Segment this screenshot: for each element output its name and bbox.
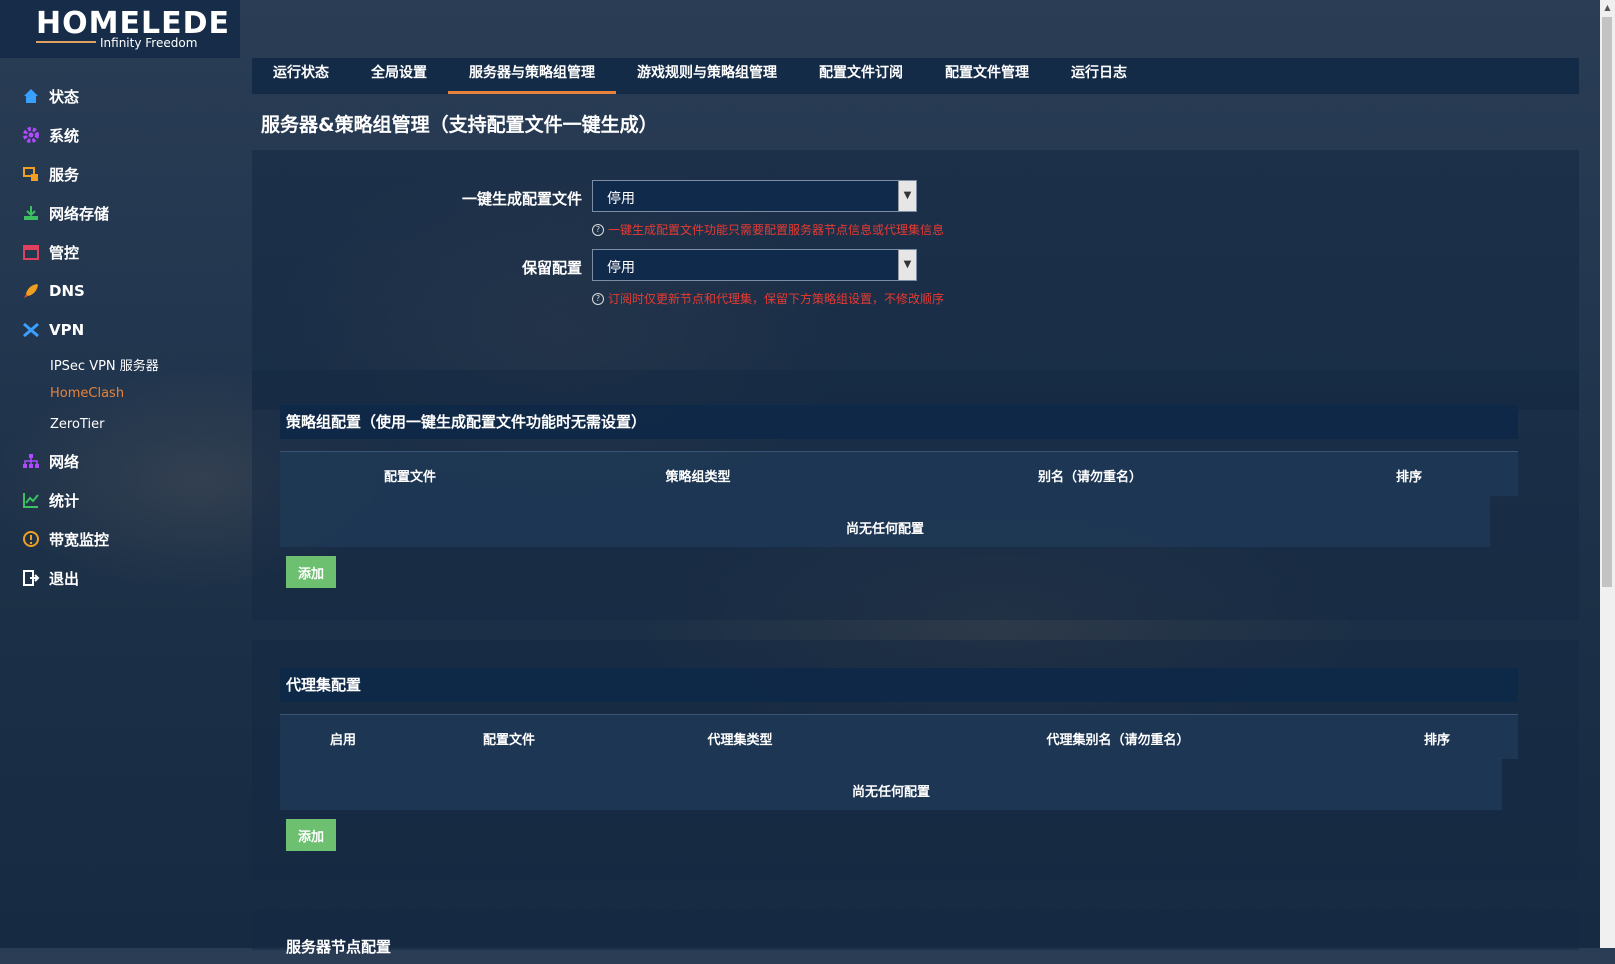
sidebar-item-label: 带宽监控 [49, 530, 110, 549]
sidebar-item-status[interactable]: 状态 [22, 82, 79, 110]
proxy-col-type: 代理集类型 [707, 733, 773, 748]
sidebar-item-storage[interactable]: 网络存储 [22, 199, 109, 227]
generate-config-label: 一键生成配置文件 [461, 190, 582, 208]
sidebar-item-label: 统计 [49, 491, 80, 510]
sidebar-item-label: 服务 [49, 165, 80, 184]
home-icon [22, 87, 40, 105]
policy-section-title: 策略组配置（使用一键生成配置文件功能时无需设置） [280, 405, 1518, 439]
sidebar-item-dns[interactable]: DNS [22, 277, 85, 305]
sidebar-item-label: 状态 [49, 87, 80, 106]
network-icon [22, 452, 40, 470]
sidebar-subitem-homeclash[interactable]: HomeClash [50, 386, 124, 401]
help-icon: ? [592, 223, 604, 236]
tab-server-policy[interactable]: 服务器与策略组管理 [448, 58, 616, 94]
tab-run-log[interactable]: 运行日志 [1050, 58, 1148, 94]
tab-config-subscription[interactable]: 配置文件订阅 [798, 58, 924, 94]
sidebar-subitem-zerotier[interactable]: ZeroTier [50, 417, 104, 432]
sidebar-subitem-ipsec[interactable]: IPSec VPN 服务器 [50, 355, 159, 374]
sidebar-item-logout[interactable]: 退出 [22, 564, 79, 592]
tab-running-status[interactable]: 运行状态 [252, 58, 350, 94]
policy-table-header: 配置文件 策略组类型 别名（请勿重名） 排序 [280, 451, 1518, 496]
main-content: 运行状态 全局设置 服务器与策略组管理 游戏规则与策略组管理 配置文件订阅 配置… [252, 58, 1582, 956]
tab-global-settings[interactable]: 全局设置 [350, 58, 448, 94]
policy-empty-row: 尚无任何配置 [280, 495, 1490, 547]
sidebar-item-label: 网络 [49, 452, 80, 471]
sidebar-item-label: 系统 [49, 126, 80, 145]
server-section-title: 服务器节点配置 [286, 938, 392, 956]
tab-config-management[interactable]: 配置文件管理 [924, 58, 1050, 94]
proxy-empty-row: 尚无任何配置 [280, 758, 1502, 810]
storage-icon [22, 204, 40, 222]
policy-col-type: 策略组类型 [665, 470, 731, 485]
policy-col-config: 配置文件 [383, 470, 437, 485]
logout-icon [22, 569, 40, 587]
proxy-col-order: 排序 [1423, 733, 1451, 748]
bandwidth-icon [22, 530, 40, 548]
chevron-down-icon[interactable]: ▼ [898, 250, 916, 280]
add-policy-button[interactable]: 添加 [286, 556, 336, 588]
sidebar-item-network[interactable]: 网络 [22, 447, 79, 475]
sidebar-item-label: VPN [49, 321, 85, 339]
policy-col-alias: 别名（请勿重名） [1037, 470, 1143, 485]
scrollbar-thumb[interactable] [1602, 17, 1612, 587]
page-title: 服务器&策略组管理（支持配置文件一键生成） [261, 114, 658, 136]
keep-config-label: 保留配置 [521, 259, 582, 277]
sidebar: 状态 系统 服务 网络存储 管控 DNS VPN IPSec VPN 服务器 H… [0, 58, 245, 948]
sidebar-item-stats[interactable]: 统计 [22, 486, 79, 514]
services-icon [22, 165, 40, 183]
logo: HOMELEDE Infinity Freedom [0, 0, 240, 58]
tab-bar: 运行状态 全局设置 服务器与策略组管理 游戏规则与策略组管理 配置文件订阅 配置… [252, 58, 1579, 94]
sidebar-item-vpn[interactable]: VPN [22, 316, 84, 344]
generate-config-select[interactable]: 停用 ▼ [592, 180, 917, 212]
generate-config-value: 停用 [607, 191, 635, 207]
sidebar-item-system[interactable]: 系统 [22, 121, 79, 149]
proxy-section-title: 代理集配置 [280, 668, 1518, 702]
keep-config-hint-text: 订阅时仅更新节点和代理集，保留下方策略组设置，不修改顺序 [608, 292, 945, 306]
proxy-col-config: 配置文件 [482, 733, 536, 748]
proxy-col-alias: 代理集别名（请勿重名） [1046, 733, 1190, 748]
keep-config-hint: ? 订阅时仅更新节点和代理集，保留下方策略组设置，不修改顺序 [592, 290, 944, 307]
chart-icon [22, 491, 40, 509]
keep-config-select[interactable]: 停用 ▼ [592, 249, 917, 281]
scroll-up-icon[interactable]: ▲ [1600, 0, 1615, 15]
gear-icon [22, 126, 40, 144]
sidebar-item-control[interactable]: 管控 [22, 238, 79, 266]
keep-config-value: 停用 [607, 260, 635, 276]
logo-tagline: Infinity Freedom [100, 36, 198, 50]
generate-config-hint-text: 一键生成配置文件功能只需要配置服务器节点信息或代理集信息 [608, 223, 945, 237]
sidebar-item-label: 管控 [49, 243, 80, 262]
sidebar-item-label: 网络存储 [49, 204, 110, 223]
rocket-icon [22, 282, 40, 300]
policy-col-order: 排序 [1395, 470, 1423, 485]
proxy-col-enable: 启用 [329, 733, 357, 748]
generate-config-hint: ? 一键生成配置文件功能只需要配置服务器节点信息或代理集信息 [592, 221, 944, 238]
vpn-icon [22, 321, 40, 339]
sidebar-item-services[interactable]: 服务 [22, 160, 79, 188]
logo-underline [36, 41, 96, 43]
help-icon: ? [592, 292, 604, 305]
add-proxy-button[interactable]: 添加 [286, 819, 336, 851]
sidebar-item-label: DNS [49, 282, 85, 300]
sidebar-item-bandwidth[interactable]: 带宽监控 [22, 525, 109, 553]
calendar-icon [22, 243, 40, 261]
page-scrollbar[interactable]: ▲ [1600, 0, 1615, 948]
tab-game-rules[interactable]: 游戏规则与策略组管理 [616, 58, 798, 94]
proxy-table-header: 启用 配置文件 代理集类型 代理集别名（请勿重名） 排序 [280, 714, 1518, 759]
chevron-down-icon[interactable]: ▼ [898, 181, 916, 211]
sidebar-item-label: 退出 [49, 569, 80, 588]
